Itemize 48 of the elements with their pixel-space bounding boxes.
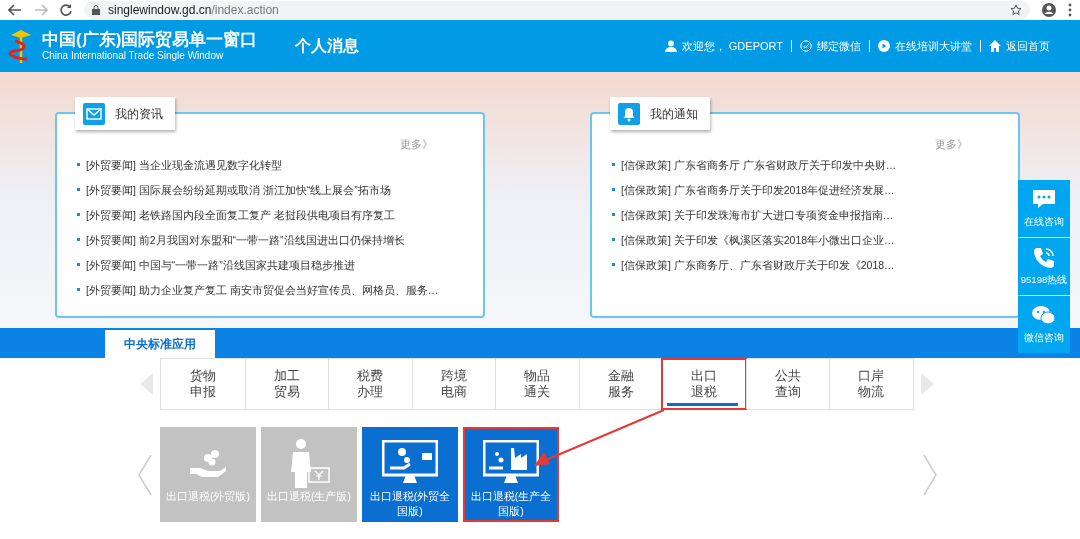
bullet-icon: [612, 163, 615, 166]
site-subtitle: China International Trade Single Window: [42, 50, 225, 62]
lock-icon: [92, 5, 100, 15]
panel-title: 我的资讯: [115, 105, 163, 123]
bullet-icon: [77, 288, 80, 291]
panel-title: 我的通知: [650, 105, 698, 123]
mail-icon: [86, 105, 102, 122]
app-category-tab[interactable]: 中央标准应用: [105, 330, 215, 358]
monitor-factory-icon: [483, 440, 539, 486]
user-icon: [664, 40, 677, 52]
bell-icon: [621, 105, 637, 122]
bullet-icon: [77, 188, 80, 191]
bullet-icon: [612, 263, 615, 266]
bullet-icon: [77, 238, 80, 241]
news-link[interactable]: [信保政策] 关于印发《枫溪区落实2018年小微出口企业…: [621, 231, 895, 248]
star-icon[interactable]: [1010, 4, 1022, 16]
back-icon[interactable]: [8, 4, 22, 16]
bullet-icon: [612, 238, 615, 241]
category-tab[interactable]: 出口退税: [662, 359, 746, 409]
bullet-icon: [77, 263, 80, 266]
app-tile[interactable]: 出口退税(外贸全国版): [362, 427, 458, 522]
account-icon[interactable]: [1042, 3, 1056, 17]
home-icon: [989, 40, 1001, 52]
news-link[interactable]: [外贸要闻] 老铁路国内段全面复工复产 老挝段供电项目有序复工: [86, 206, 395, 223]
bullet-icon: [612, 213, 615, 216]
monitor-coins-icon: [382, 440, 438, 486]
bullet-icon: [77, 213, 80, 216]
news-link[interactable]: [外贸要闻] 中国与“一带一路”沿线国家共建项目稳步推进: [86, 256, 355, 273]
news-link[interactable]: [外贸要闻] 国际展会纷纷延期或取消 浙江加快“线上展会”拓市场: [86, 181, 391, 198]
news-link[interactable]: [信保政策] 广东省商务厅关于印发2018年促进经济发展…: [621, 181, 895, 198]
bullet-icon: [612, 188, 615, 191]
phone-icon: [1031, 245, 1057, 270]
site-title: 中国(广东)国际贸易单一窗口: [42, 30, 258, 50]
page-title: 个人消息: [295, 36, 360, 56]
news-link[interactable]: [外贸要闻] 前2月我国对东盟和“一带一路”沿线国进出口仍保持增长: [86, 231, 405, 248]
reload-icon[interactable]: [60, 4, 72, 16]
news-link[interactable]: [信保政策] 广东省商务厅 广东省财政厅关于印发中央财…: [621, 156, 897, 173]
check-circle-icon: [800, 40, 812, 52]
news-link[interactable]: [外贸要闻] 助力企业复产复工 南安市贸促会当好宣传员、网格员、服务…: [86, 281, 439, 298]
news-link[interactable]: [外贸要闻] 当企业现金流遇见数字化转型: [86, 156, 282, 173]
menu-icon[interactable]: [1068, 3, 1072, 17]
url-text: singlewindow.gd.cn/index.action: [108, 2, 279, 19]
bullet-icon: [77, 163, 80, 166]
play-icon: [878, 40, 890, 52]
news-link[interactable]: [信保政策] 关于印发珠海市扩大进口专项资金申报指南…: [621, 206, 894, 223]
address-bar[interactable]: singlewindow.gd.cn/index.action: [84, 1, 1030, 19]
news-link[interactable]: [信保政策] 广东商务厅、广东省财政厅关于印发《2018…: [621, 256, 895, 273]
app-tile[interactable]: 出口退税(生产全国版): [463, 427, 559, 522]
